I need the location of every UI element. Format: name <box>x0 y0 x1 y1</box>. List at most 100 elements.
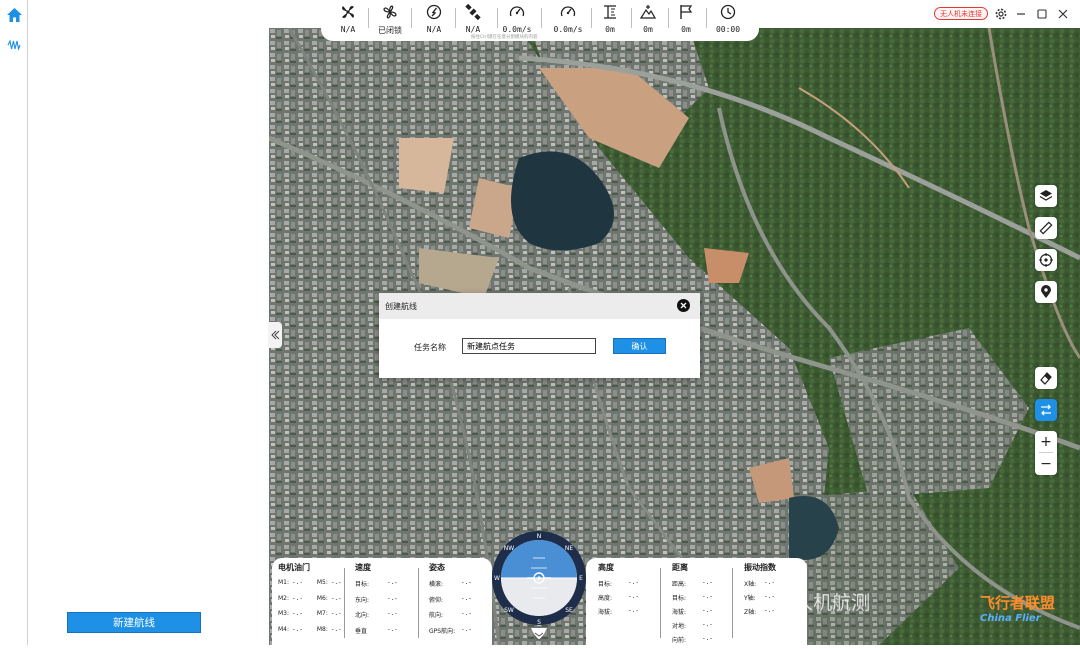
motor-value: -.- <box>330 594 342 602</box>
altitude-value: -.- <box>628 593 639 600</box>
horizontal-speed-icon <box>509 6 525 17</box>
route-switch-button[interactable] <box>1035 399 1057 421</box>
zoom-out-button[interactable]: − <box>1035 453 1057 474</box>
vibration-section: 振动指数 X轴: -.- Y轴: -.- Z轴: -.- <box>744 562 776 621</box>
swap-icon <box>1041 404 1051 416</box>
flight-mode-icon <box>426 4 442 20</box>
telemetry-value: 00:00 <box>715 25 741 34</box>
compass-label-ne: NE <box>565 545 573 552</box>
terrain-distance-icon <box>640 5 656 19</box>
zoom-in-button[interactable]: + <box>1035 431 1057 452</box>
altitude-value: -.- <box>628 607 639 614</box>
altitude-label: 海拔: <box>598 609 613 616</box>
motor-value: -.- <box>330 579 342 586</box>
map-pin-icon <box>1041 285 1051 298</box>
section-title: 距离 <box>672 563 688 572</box>
dialog-header: 创建航线 <box>379 293 700 319</box>
vibration-value: -.- <box>764 607 775 614</box>
double-chevron-left-icon <box>270 330 279 340</box>
layers-icon <box>1039 190 1053 201</box>
minimize-button[interactable] <box>1014 7 1028 21</box>
section-title: 高度 <box>598 563 614 572</box>
telemetry-home-distance: 0m <box>665 3 707 34</box>
expand-down-icon[interactable] <box>527 626 551 644</box>
attitude-compass: N NE E SE S SW W NW <box>492 531 586 626</box>
measure-button[interactable] <box>1035 217 1057 239</box>
distance-value: -.- <box>702 621 713 628</box>
altitude-label: 高度: <box>598 595 613 602</box>
vibration-label: X轴: <box>744 581 757 588</box>
attitude-value: -.- <box>461 610 472 617</box>
motor-value: -.- <box>330 610 342 617</box>
compass-label-s: S <box>537 619 541 626</box>
layers-button[interactable] <box>1035 185 1057 207</box>
attitude-value: -.- <box>461 579 472 586</box>
distance-value: -.- <box>702 593 713 600</box>
motor-label: M2: <box>278 594 290 602</box>
locate-aircraft-button[interactable] <box>1035 249 1057 271</box>
telemetry-distance: 0m <box>627 3 669 34</box>
telemetry-value: N/A <box>465 25 481 34</box>
vibration-value: -.- <box>764 579 775 586</box>
distance-label: 对地: <box>672 623 687 630</box>
motor-value: -.- <box>292 579 303 586</box>
speed-label: 目标: <box>355 581 370 588</box>
telemetry-note: 按住Ctrl键在任意分割模块的内容 <box>471 35 538 40</box>
motor-label: M7: <box>316 610 328 617</box>
distance-label: 距高: <box>672 581 687 588</box>
attitude-label: 横滚: <box>429 581 444 588</box>
dialog-close-button[interactable] <box>677 299 690 312</box>
compass-label-nw: NW <box>504 545 514 552</box>
speed-value: -.- <box>387 610 398 617</box>
dialog-title: 创建航线 <box>385 301 417 311</box>
speed-label: 垂直 <box>355 627 368 635</box>
attitude-label: 航向: <box>429 612 444 619</box>
motor-label: M6: <box>316 594 328 602</box>
add-waypoint-button[interactable] <box>1035 281 1057 303</box>
telemetry-lock: 已闭锁 <box>369 3 411 36</box>
compass-label-w: W <box>494 575 500 582</box>
attitude-label: 俯仰: <box>429 596 444 604</box>
eraser-button[interactable] <box>1035 367 1057 389</box>
section-title: 姿态 <box>429 563 445 572</box>
telemetry-value: 0m <box>681 25 691 34</box>
altitude-icon <box>604 5 616 19</box>
telemetry-value: N/A <box>426 25 442 34</box>
gear-icon <box>995 8 1007 20</box>
home-button[interactable] <box>5 5 24 24</box>
section-title: 电机油门 <box>278 563 310 572</box>
close-window-button[interactable] <box>1056 7 1070 21</box>
waveform-icon[interactable] <box>7 40 21 50</box>
motor-label: M5: <box>316 579 328 586</box>
maximize-icon <box>1037 9 1047 19</box>
telemetry-value: 0.0m/s <box>553 25 583 34</box>
left-rail <box>0 0 28 645</box>
settings-button[interactable] <box>994 7 1008 21</box>
compass-label-sw: SW <box>504 607 514 614</box>
motor-throttle-section: 电机油门 M1: -.- M2: -.- M3: -.- M4: -.- M5: -.- … <box>278 562 342 641</box>
collapse-panel-button[interactable] <box>268 322 282 348</box>
new-route-button[interactable]: 新建航线 <box>67 612 201 633</box>
vibration-value: -.- <box>764 593 775 600</box>
distance-label: 目标: <box>672 595 687 602</box>
flight-data-panel-left: 电机油门 M1: -.- M2: -.- M3: -.- M4: -.- M5: -.- … <box>272 558 492 645</box>
eraser-icon <box>1040 372 1052 385</box>
telemetry-satellite: N/A <box>452 3 494 34</box>
attitude-label: GPS航向: <box>429 627 456 635</box>
task-name-input[interactable] <box>462 338 596 354</box>
section-title: 振动指数 <box>744 563 776 572</box>
confirm-button[interactable]: 确认 <box>613 338 666 354</box>
target-icon <box>1039 253 1053 267</box>
distance-label: 海拔: <box>672 609 687 616</box>
maximize-button[interactable] <box>1035 7 1049 21</box>
connection-status-badge[interactable]: 无人机未连接 <box>934 7 988 20</box>
telemetry-value: 0.0m/s <box>502 25 532 34</box>
telemetry-altitude: 0m <box>589 3 631 34</box>
telemetry-value: N/A <box>340 25 356 34</box>
telemetry-horizontal-speed: 0.0m/s <box>496 3 538 34</box>
watermark-logo: 飞行者联盟 <box>980 594 1056 612</box>
propeller-icon <box>342 6 354 18</box>
speed-label: 东向: <box>355 596 370 604</box>
motor-lock-icon <box>383 5 397 19</box>
motor-label: M3: <box>278 610 290 617</box>
